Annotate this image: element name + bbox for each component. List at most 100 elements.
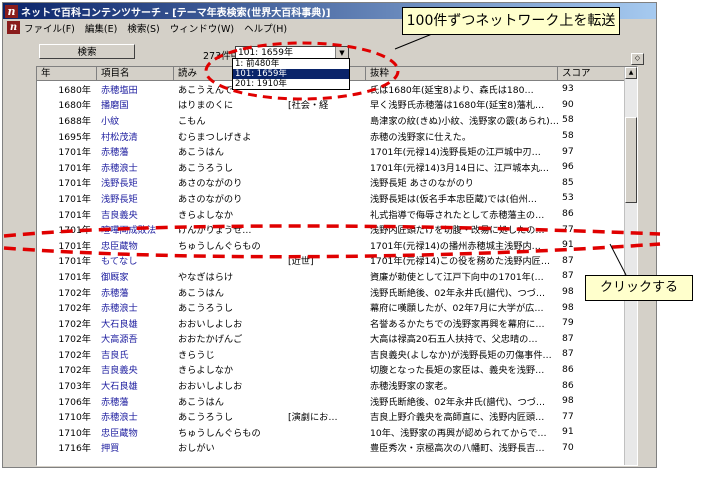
menu-search[interactable]: 検索(S)	[127, 21, 159, 35]
cell-item-name[interactable]: 忠臣蔵物	[97, 425, 174, 439]
table-row[interactable]: 1702年 大高源吾 おおたかげんご 大高は禄高20石五人扶持で、父忠晴の… 87	[37, 331, 625, 347]
dropdown-option[interactable]: 1: 前480年	[233, 59, 349, 69]
cell-score: 86	[562, 379, 574, 391]
search-button[interactable]: 検索	[39, 44, 135, 59]
cell-reading: けんかりょうせ…	[178, 225, 252, 237]
cell-year: 1688年	[58, 115, 91, 127]
cell-year: 1702年	[58, 287, 91, 299]
menu-edit[interactable]: 編集(E)	[85, 21, 117, 35]
cell-score: 98	[562, 301, 574, 313]
cell-score: 93	[562, 83, 574, 95]
cell-excerpt: 浅野氏断絶後、02年永井氏(譜代)、つづ…	[370, 287, 546, 299]
header-excerpt[interactable]: 抜粋	[366, 67, 558, 81]
header-score[interactable]: スコア	[558, 67, 625, 81]
cell-reading: あこうろうし	[178, 162, 234, 174]
menu-app-icon[interactable]: n	[7, 21, 20, 34]
page-select-dropdown: 1: 前480年 101: 1659年 201: 1910年	[232, 58, 350, 90]
cell-item-name[interactable]: 村松茂清	[97, 129, 174, 143]
cell-excerpt: 早く浅野氏赤穂藩は1680年(延宝8)藩札…	[370, 100, 545, 112]
cell-excerpt: 豊臣秀次・京極高次の八幡町、浅野長吉…	[370, 443, 545, 455]
table-row[interactable]: 1701年 吉良義央 きらよしなか 礼式指導で侮辱されたとして赤穂藩主の… 86	[37, 206, 625, 222]
cell-item-name[interactable]: 忠臣蔵物	[97, 238, 174, 252]
header-item-name[interactable]: 項目名	[97, 67, 174, 81]
cell-item-name[interactable]: 押買	[97, 440, 174, 454]
cell-section: [演劇にお…	[288, 412, 338, 424]
cell-year: 1701年	[58, 240, 91, 252]
cell-item-name[interactable]: 大石良雄	[97, 378, 174, 392]
table-row[interactable]: 1701年 忠臣蔵物 ちゅうしんぐらもの 1701年(元禄14)の播州赤穂城主浅野内……	[37, 237, 625, 253]
callout-transfer-note: 100件ずつネットワーク上を転送	[402, 7, 620, 35]
cell-item-name[interactable]: 大石良雄	[97, 316, 174, 330]
table-row[interactable]: 1710年 赤穂浪士 あこうろうし [演劇にお… 吉良上野介義央を高師直に、浅野内匠頭……	[37, 408, 625, 424]
vertical-scrollbar[interactable]: ▲	[624, 67, 637, 465]
dropdown-option[interactable]: 201: 1910年	[233, 79, 349, 89]
cell-score: 58	[562, 114, 574, 126]
cell-item-name[interactable]: 大高源吾	[97, 331, 174, 345]
cell-reading: きらうじ	[178, 349, 215, 361]
cell-section: [近世]	[288, 256, 314, 268]
cell-item-name[interactable]: 浅野長矩	[97, 191, 174, 205]
cell-item-name[interactable]: 喧嘩両成敗法	[97, 222, 174, 236]
table-row[interactable]: 1702年 赤穂浪士 あこうろうし 幕府に嘆願したが、02年7月に大学が広… 98	[37, 299, 625, 315]
scroll-up-icon[interactable]: ▲	[625, 67, 637, 79]
cell-year: 1702年	[58, 349, 91, 361]
table-row[interactable]: 1703年 大石良雄 おおいしよしお 赤穂浅野家の家老。 86	[37, 377, 625, 393]
cell-excerpt: 資廉が勅使として江戸下向中の1701年(…	[370, 271, 544, 283]
cell-item-name[interactable]: 播磨国	[97, 97, 174, 111]
menu-file[interactable]: ファイル(F)	[24, 21, 75, 35]
table-row[interactable]: 1702年 赤穂藩 あこうはん 浅野氏断絶後、02年永井氏(譜代)、つづ… 98	[37, 284, 625, 300]
cell-excerpt: 氏は1680年(延宝8)より、森氏は180…	[370, 84, 534, 96]
table-row[interactable]: 1702年 大石良雄 おおいしよしお 名誉あるかたちでの浅野家再興を幕府に… 79	[37, 315, 625, 331]
cell-year: 1702年	[58, 334, 91, 346]
cell-item-name[interactable]: 吉良氏	[97, 347, 174, 361]
options-button[interactable]: ◇	[631, 53, 644, 65]
cell-item-name[interactable]: 赤穂浪士	[97, 409, 174, 423]
scroll-thumb[interactable]	[625, 117, 637, 203]
table-row[interactable]: 1701年 浅野長矩 あさのながのり 浅野長矩 あさのながのり 85	[37, 175, 625, 191]
table-row[interactable]: 1701年 御厩家 やなぎはらけ 資廉が勅使として江戸下向中の1701年(… 87	[37, 268, 625, 284]
cell-item-name[interactable]: 小紋	[97, 113, 174, 127]
cell-item-name[interactable]: 赤穂藩	[97, 144, 174, 158]
cell-year: 1702年	[58, 318, 91, 330]
table-row[interactable]: 1701年 もてなし [近世] 1701年(元禄14)この役を務めた浅野内匠… 87	[37, 253, 625, 269]
header-year[interactable]: 年	[37, 67, 97, 81]
cell-reading: おしがい	[178, 443, 215, 455]
cell-item-name[interactable]: 赤穂塩田	[97, 82, 174, 96]
cell-year: 1701年	[58, 147, 91, 159]
cell-item-name[interactable]: もてなし	[97, 253, 174, 267]
table-row[interactable]: 1701年 喧嘩両成敗法 けんかりょうせ… 浅野内匠頭だけを切腹・改易に処したの… 77	[37, 221, 625, 237]
table-row[interactable]: 1706年 赤穂藩 あこうはん 浅野氏断絶後、02年永井氏(譜代)、つづ… 98	[37, 393, 625, 409]
table-row[interactable]: 1710年 忠臣蔵物 ちゅうしんぐらもの 10年、浅野家の再興が認められてからで… 91	[37, 424, 625, 440]
cell-score: 53	[562, 192, 574, 204]
cell-item-name[interactable]: 浅野長矩	[97, 175, 174, 189]
cell-item-name[interactable]: 赤穂浪士	[97, 160, 174, 174]
cell-item-name[interactable]: 赤穂浪士	[97, 300, 174, 314]
cell-item-name[interactable]: 吉良義央	[97, 207, 174, 221]
table-row[interactable]: 1701年 赤穂藩 あこうはん 1701年(元禄14)浅野長矩の江戸城中刃… 97	[37, 143, 625, 159]
cell-year: 1701年	[58, 271, 91, 283]
cell-reading: あこうろうし	[178, 303, 234, 315]
cell-section: [社会・経	[288, 100, 329, 112]
table-row[interactable]: 1701年 赤穂浪士 あこうろうし 1701年(元禄14)3月14日に、江戸城本丸… 9…	[37, 159, 625, 175]
table-row[interactable]: 1716年 押買 おしがい 豊臣秀次・京極高次の八幡町、浅野長吉… 70	[37, 440, 625, 456]
cell-year: 1702年	[58, 303, 91, 315]
menu-window[interactable]: ウィンドウ(W)	[170, 21, 234, 35]
table-row[interactable]: 1702年 吉良氏 きらうじ 吉良義央(よしなか)が浅野長矩の刃傷事件… 87	[37, 346, 625, 362]
cell-score: 90	[562, 98, 574, 110]
results-table: 年 項目名 読み 抜粋 スコア 1680年 赤穂塩田 あこうえんで 氏は1680年(延…	[36, 66, 638, 466]
cell-item-name[interactable]: 御厩家	[97, 269, 174, 283]
table-row[interactable]: 1680年 播磨国 はりまのくに [社会・経 早く浅野氏赤穂藩は1680年(延宝8)藩札…	[37, 97, 625, 113]
cell-item-name[interactable]: 吉良義央	[97, 362, 174, 376]
cell-reading: はりまのくに	[178, 100, 234, 112]
table-row[interactable]: 1702年 吉良義央 きらよしなか 切腹となった長矩の家臣は、義央を浅野… 86	[37, 362, 625, 378]
table-row[interactable]: 1695年 村松茂清 むらまつしげきよ 赤穂の浅野家に仕えた。 58	[37, 128, 625, 144]
table-row[interactable]: 1688年 小紋 こもん 島津家の紋(きぬ)小紋、浅野家の霰(あられ)… 58	[37, 112, 625, 128]
cell-item-name[interactable]: 赤穂藩	[97, 285, 174, 299]
cell-score: 79	[562, 317, 574, 329]
cell-item-name[interactable]: 赤穂藩	[97, 394, 174, 408]
table-row[interactable]: 1701年 浅野長矩 あさのながのり 浅野長矩は(仮名手本忠臣蔵)では(伯州… 53	[37, 190, 625, 206]
dropdown-option-selected[interactable]: 101: 1659年	[233, 69, 349, 79]
cell-score: 98	[562, 395, 574, 407]
menu-help[interactable]: ヘルプ(H)	[244, 21, 287, 35]
cell-year: 1710年	[58, 427, 91, 439]
